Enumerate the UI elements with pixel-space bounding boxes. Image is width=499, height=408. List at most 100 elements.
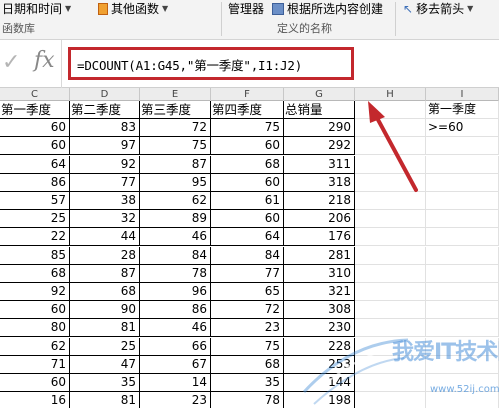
table-cell[interactable]: 311 xyxy=(284,155,355,174)
table-cell[interactable]: 68 xyxy=(211,155,284,174)
table-cell[interactable]: 57 xyxy=(0,192,70,210)
table-cell[interactable]: 72 xyxy=(211,301,284,320)
table-header-cell[interactable]: 第四季度 xyxy=(211,101,284,119)
create-from-selection-button[interactable]: 根据所选内容创建 xyxy=(272,1,383,17)
table-cell[interactable]: 62 xyxy=(0,337,70,356)
empty-cell[interactable] xyxy=(355,301,426,320)
table-cell[interactable]: 78 xyxy=(211,392,284,408)
empty-cell[interactable] xyxy=(355,264,426,283)
table-cell[interactable]: 60 xyxy=(211,137,284,156)
table-cell[interactable]: 310 xyxy=(284,264,355,283)
empty-cell[interactable] xyxy=(355,283,426,301)
table-cell[interactable]: 321 xyxy=(284,283,355,301)
empty-cell[interactable] xyxy=(355,119,426,138)
table-header-cell[interactable]: 总销量 xyxy=(284,101,355,119)
table-cell[interactable]: 25 xyxy=(70,337,140,356)
table-cell[interactable]: 218 xyxy=(284,192,355,210)
table-cell[interactable]: 96 xyxy=(140,283,211,301)
table-cell[interactable]: 62 xyxy=(140,192,211,210)
empty-cell[interactable] xyxy=(355,155,426,174)
table-cell[interactable]: 44 xyxy=(70,228,140,247)
table-cell[interactable]: 71 xyxy=(0,355,70,374)
table-cell[interactable]: 22 xyxy=(0,228,70,247)
table-cell[interactable]: 23 xyxy=(211,319,284,338)
table-cell[interactable]: 77 xyxy=(70,173,140,192)
table-cell[interactable]: 75 xyxy=(140,137,211,156)
table-cell[interactable]: 84 xyxy=(140,246,211,265)
table-cell[interactable]: 85 xyxy=(0,246,70,265)
table-cell[interactable]: 72 xyxy=(140,119,211,138)
table-cell[interactable]: 66 xyxy=(140,337,211,356)
table-cell[interactable]: 97 xyxy=(70,137,140,156)
table-cell[interactable]: 28 xyxy=(70,246,140,265)
empty-cell[interactable] xyxy=(426,155,499,174)
table-cell[interactable]: 75 xyxy=(211,337,284,356)
empty-cell[interactable] xyxy=(355,210,426,229)
column-header-f[interactable]: F xyxy=(211,88,284,101)
table-cell[interactable]: 92 xyxy=(70,155,140,174)
table-cell[interactable]: 38 xyxy=(70,192,140,210)
table-cell[interactable]: 89 xyxy=(140,210,211,229)
table-cell[interactable]: 206 xyxy=(284,210,355,229)
name-manager-button[interactable]: 管理器 xyxy=(228,1,264,17)
empty-cell[interactable] xyxy=(426,210,499,229)
empty-cell[interactable] xyxy=(426,192,499,210)
column-header-d[interactable]: D xyxy=(70,88,140,101)
table-cell[interactable]: 281 xyxy=(284,246,355,265)
table-cell[interactable]: 68 xyxy=(70,283,140,301)
table-cell[interactable]: 25 xyxy=(0,210,70,229)
table-cell[interactable]: 87 xyxy=(140,155,211,174)
table-cell[interactable]: 32 xyxy=(70,210,140,229)
remove-arrows-button[interactable]: ↖ 移去箭头 ▼ xyxy=(403,1,473,17)
table-cell[interactable]: 60 xyxy=(0,301,70,320)
table-cell[interactable]: 46 xyxy=(140,228,211,247)
table-cell[interactable]: 86 xyxy=(140,301,211,320)
table-cell[interactable]: 81 xyxy=(70,392,140,408)
table-cell[interactable]: 318 xyxy=(284,173,355,192)
table-cell[interactable]: 80 xyxy=(0,319,70,338)
table-cell[interactable]: 75 xyxy=(211,119,284,138)
criteria-value-cell[interactable]: >=60 xyxy=(426,119,499,138)
other-functions-button[interactable]: 其他函数 ▼ xyxy=(98,1,168,17)
table-cell[interactable]: 84 xyxy=(211,246,284,265)
column-header-g[interactable]: G xyxy=(284,88,355,101)
empty-cell[interactable] xyxy=(426,137,499,156)
table-cell[interactable]: 65 xyxy=(211,283,284,301)
table-cell[interactable]: 78 xyxy=(140,264,211,283)
insert-function-icon[interactable]: fx xyxy=(34,48,55,73)
table-cell[interactable]: 67 xyxy=(140,355,211,374)
empty-cell[interactable] xyxy=(426,283,499,301)
table-cell[interactable]: 68 xyxy=(211,355,284,374)
empty-cell[interactable] xyxy=(355,173,426,192)
table-cell[interactable]: 292 xyxy=(284,137,355,156)
column-header-e[interactable]: E xyxy=(140,88,211,101)
table-cell[interactable]: 290 xyxy=(284,119,355,138)
table-header-cell[interactable]: 第三季度 xyxy=(140,101,211,119)
table-header-cell[interactable]: 第一季度 xyxy=(0,101,70,119)
empty-cell[interactable] xyxy=(426,264,499,283)
column-header-h[interactable]: H xyxy=(355,88,426,101)
empty-cell[interactable] xyxy=(426,173,499,192)
table-cell[interactable]: 83 xyxy=(70,119,140,138)
empty-cell[interactable] xyxy=(355,228,426,247)
table-cell[interactable]: 16 xyxy=(0,392,70,408)
table-cell[interactable]: 60 xyxy=(0,119,70,138)
empty-cell[interactable] xyxy=(355,246,426,265)
empty-cell[interactable] xyxy=(426,301,499,320)
table-cell[interactable]: 92 xyxy=(0,283,70,301)
empty-cell[interactable] xyxy=(355,137,426,156)
empty-cell[interactable] xyxy=(426,246,499,265)
empty-cell[interactable] xyxy=(355,101,426,119)
table-cell[interactable]: 35 xyxy=(211,374,284,392)
table-cell[interactable]: 60 xyxy=(211,210,284,229)
table-cell[interactable]: 87 xyxy=(70,264,140,283)
table-cell[interactable]: 60 xyxy=(211,173,284,192)
table-cell[interactable]: 81 xyxy=(70,319,140,338)
table-cell[interactable]: 68 xyxy=(0,264,70,283)
table-cell[interactable]: 60 xyxy=(0,374,70,392)
empty-cell[interactable] xyxy=(355,192,426,210)
table-cell[interactable]: 95 xyxy=(140,173,211,192)
table-cell[interactable]: 64 xyxy=(211,228,284,247)
table-header-cell[interactable]: 第二季度 xyxy=(70,101,140,119)
table-cell[interactable]: 176 xyxy=(284,228,355,247)
